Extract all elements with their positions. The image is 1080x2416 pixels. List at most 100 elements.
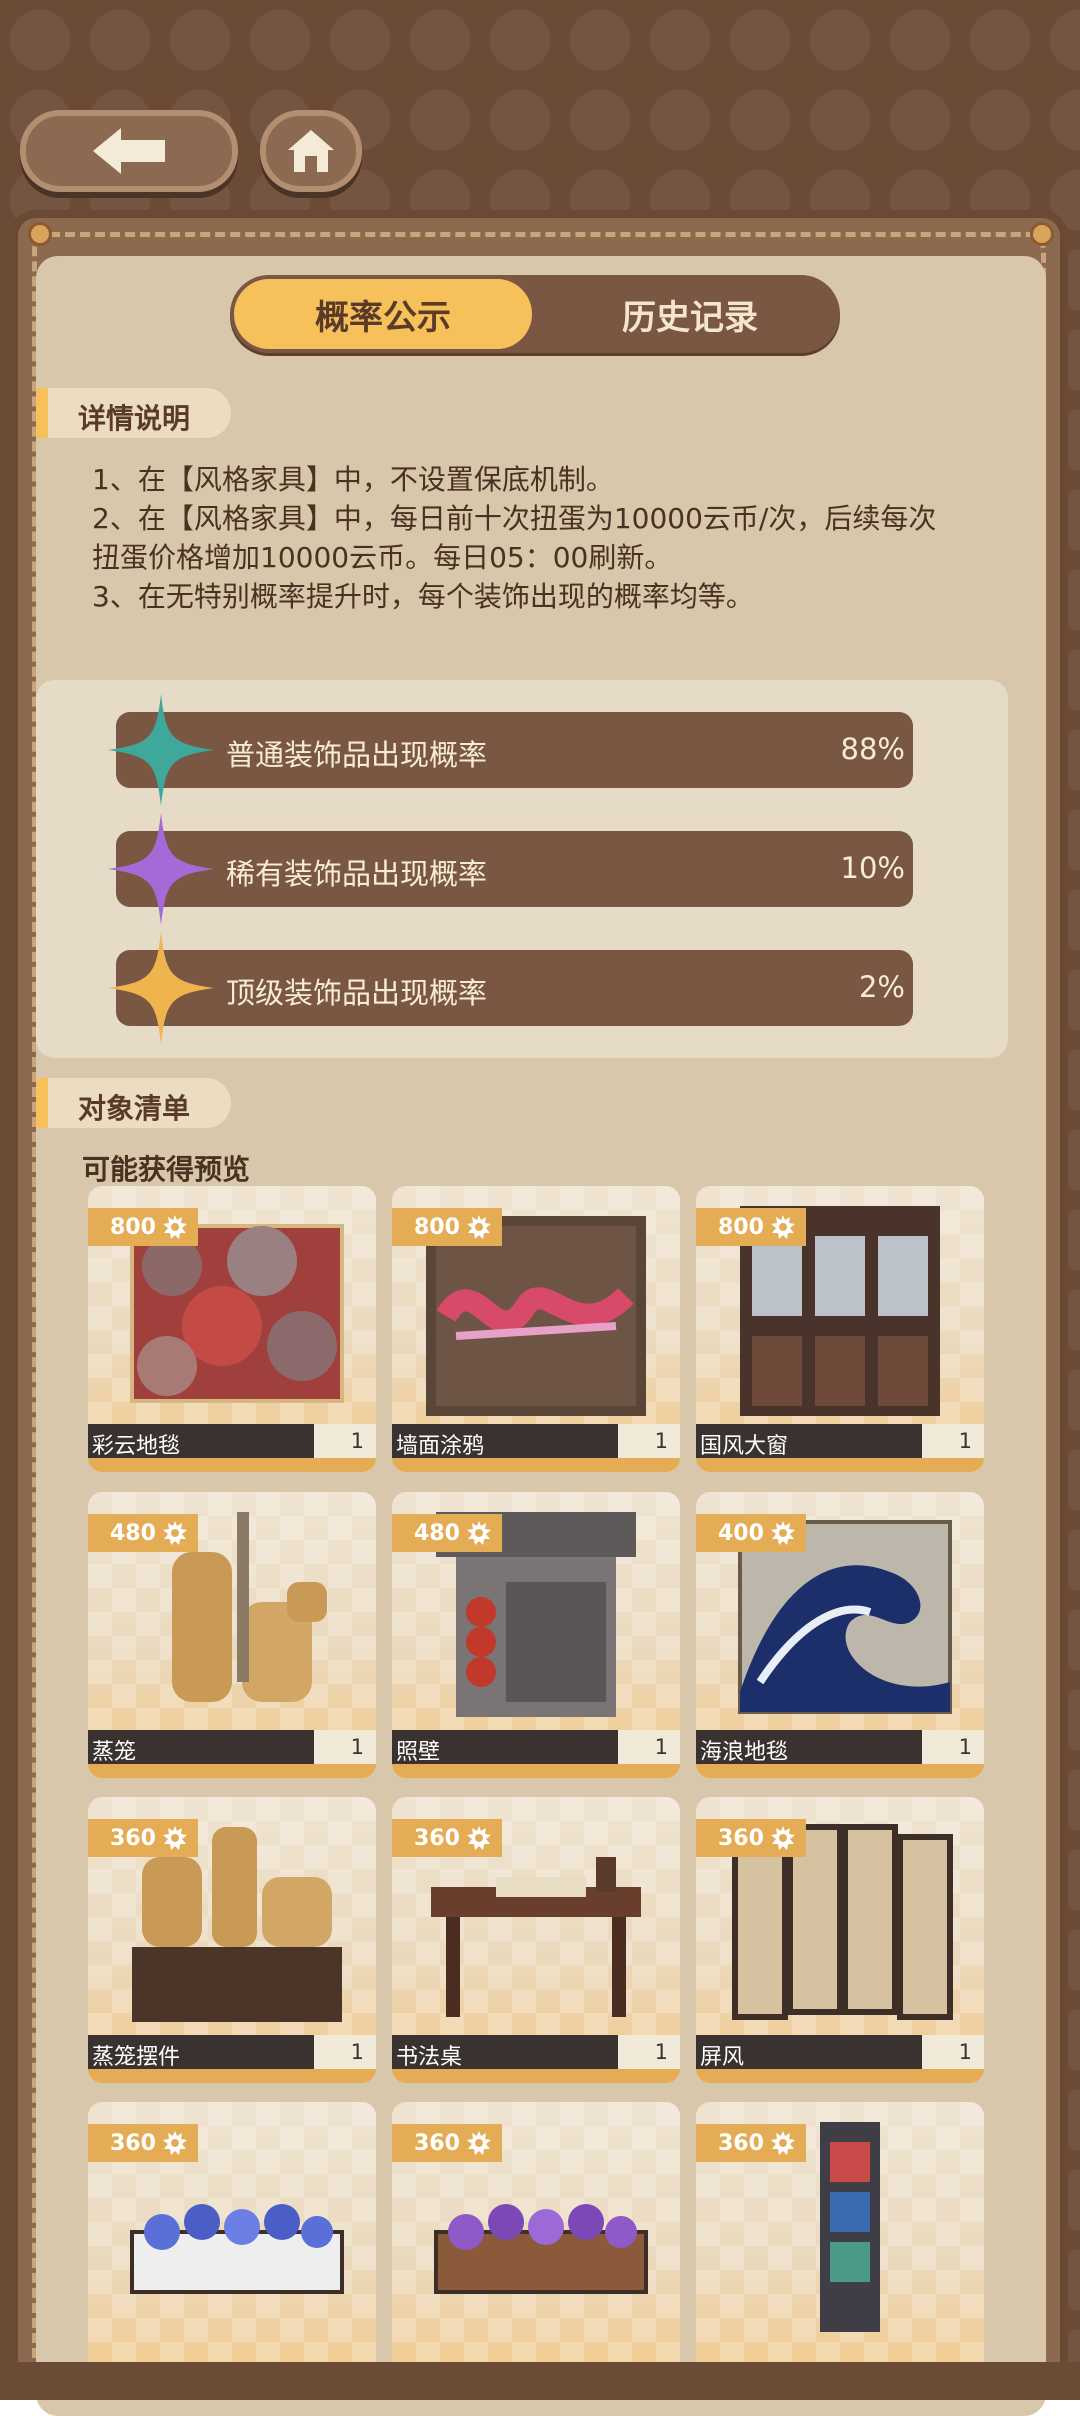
price-tag: 360 bbox=[392, 2124, 502, 2162]
probability-label: 稀有装饰品出现概率 bbox=[226, 857, 488, 891]
item-quantity-box: 1 bbox=[922, 2035, 984, 2069]
item-quantity: 1 bbox=[654, 1735, 668, 1759]
item-card[interactable]: 800 国风大窗 1 bbox=[696, 1186, 984, 1472]
price-tag: 480 bbox=[88, 1514, 198, 1552]
item-quantity: 1 bbox=[958, 1735, 972, 1759]
description-line: 2、在【风格家具】中，每日前十次扭蛋为10000云币/次，后续每次 bbox=[92, 502, 937, 535]
price-tag: 800 bbox=[696, 1208, 806, 1246]
card-bottom-strip bbox=[88, 1764, 376, 1778]
item-quantity: 1 bbox=[350, 1429, 364, 1453]
item-card[interactable]: 800 墙面涂鸦 1 bbox=[392, 1186, 680, 1472]
probability-label: 顶级装饰品出现概率 bbox=[226, 976, 488, 1010]
price-value: 800 bbox=[110, 1215, 156, 1240]
home-icon bbox=[288, 130, 334, 172]
gear-currency-icon bbox=[771, 1215, 795, 1239]
item-label-bar: 国风大窗 1 bbox=[696, 1424, 984, 1459]
price-value: 480 bbox=[414, 1521, 460, 1546]
item-card[interactable]: 800 彩云地毯 1 bbox=[88, 1186, 376, 1472]
probability-value: 88% bbox=[840, 732, 905, 766]
sparkle-gold-icon bbox=[108, 932, 214, 1044]
description-text: 1、在【风格家具】中，不设置保底机制。 2、在【风格家具】中，每日前十次扭蛋为1… bbox=[92, 460, 1022, 616]
price-value: 360 bbox=[414, 2131, 460, 2156]
price-tag: 400 bbox=[696, 1514, 806, 1552]
item-name: 海浪地毯 bbox=[700, 1740, 789, 1765]
description-line: 3、在无特别概率提升时，每个装饰出现的概率均等。 bbox=[92, 580, 754, 613]
gear-currency-icon bbox=[163, 1215, 187, 1239]
item-card[interactable]: 480 照壁 1 bbox=[392, 1492, 680, 1778]
item-label-bar: 照壁 1 bbox=[392, 1730, 680, 1765]
item-quantity: 1 bbox=[654, 1429, 668, 1453]
card-bottom-strip bbox=[392, 2069, 680, 2083]
item-card[interactable]: 360 bbox=[88, 2102, 376, 2388]
objects-title-text: 对象清单 bbox=[78, 1092, 191, 1125]
item-name: 彩云地毯 bbox=[92, 1434, 181, 1459]
item-card[interactable]: 360 蒸笼摆件 1 bbox=[88, 1797, 376, 2083]
item-label-bar: 书法桌 1 bbox=[392, 2035, 680, 2070]
item-card[interactable]: 360 书法桌 1 bbox=[392, 1797, 680, 2083]
gear-currency-icon bbox=[467, 1521, 491, 1545]
gear-currency-icon bbox=[467, 1826, 491, 1850]
card-bottom-strip bbox=[392, 1458, 680, 1472]
item-label-bar: 屏风 1 bbox=[696, 2035, 984, 2070]
tab-history-label: 历史记录 bbox=[622, 297, 758, 338]
item-name: 书法桌 bbox=[396, 2045, 463, 2070]
item-label-bar: 蒸笼摆件 1 bbox=[88, 2035, 376, 2070]
price-tag: 800 bbox=[88, 1208, 198, 1246]
item-card[interactable]: 480 蒸笼 1 bbox=[88, 1492, 376, 1778]
item-quantity: 1 bbox=[350, 2040, 364, 2064]
sparkle-teal-icon bbox=[108, 694, 214, 806]
price-value: 800 bbox=[718, 1215, 764, 1240]
card-bottom-strip bbox=[696, 2069, 984, 2083]
gear-currency-icon bbox=[771, 1521, 795, 1545]
tab-history[interactable]: 历史记录 bbox=[550, 275, 830, 353]
item-quantity: 1 bbox=[654, 2040, 668, 2064]
price-value: 400 bbox=[718, 1521, 764, 1546]
tab-probability[interactable]: 概率公示 bbox=[234, 279, 532, 349]
description-line: 1、在【风格家具】中，不设置保底机制。 bbox=[92, 463, 614, 496]
item-quantity: 1 bbox=[958, 2040, 972, 2064]
item-card[interactable]: 360 bbox=[696, 2102, 984, 2388]
price-tag: 360 bbox=[696, 1819, 806, 1857]
item-quantity-box: 1 bbox=[618, 2035, 680, 2069]
item-name: 屏风 bbox=[700, 2045, 745, 2070]
card-bottom-strip bbox=[696, 1764, 984, 1778]
item-quantity-box: 1 bbox=[922, 1424, 984, 1458]
probability-row-top: 顶级装饰品出现概率 2% bbox=[108, 932, 913, 1044]
card-bottom-strip bbox=[88, 2069, 376, 2083]
tab-probability-label: 概率公示 bbox=[315, 297, 451, 338]
price-tag: 360 bbox=[696, 2124, 806, 2162]
arrow-left-icon bbox=[93, 128, 165, 174]
item-card[interactable]: 360 屏风 1 bbox=[696, 1797, 984, 2083]
frame-bolt bbox=[1030, 222, 1054, 246]
item-name: 蒸笼摆件 bbox=[92, 2045, 181, 2070]
item-name: 蒸笼 bbox=[92, 1740, 137, 1765]
item-card[interactable]: 360 bbox=[392, 2102, 680, 2388]
price-tag: 360 bbox=[88, 1819, 198, 1857]
probability-label: 普通装饰品出现概率 bbox=[226, 738, 488, 772]
section-accent-bar bbox=[36, 388, 48, 438]
item-label-bar: 彩云地毯 1 bbox=[88, 1424, 376, 1459]
section-accent-bar bbox=[36, 1078, 48, 1128]
home-button[interactable] bbox=[260, 110, 362, 192]
price-tag: 360 bbox=[88, 2124, 198, 2162]
gear-currency-icon bbox=[163, 1521, 187, 1545]
card-bottom-strip bbox=[88, 1458, 376, 1472]
price-value: 800 bbox=[414, 1215, 460, 1240]
price-value: 360 bbox=[718, 1826, 764, 1851]
gear-currency-icon bbox=[467, 2131, 491, 2155]
sparkle-purple-icon bbox=[108, 813, 214, 925]
price-value: 360 bbox=[414, 1826, 460, 1851]
back-button[interactable] bbox=[20, 110, 238, 192]
price-value: 480 bbox=[110, 1521, 156, 1546]
frame-bottom-border bbox=[0, 2362, 1080, 2400]
probability-row-rare: 稀有装饰品出现概率 10% bbox=[108, 813, 913, 925]
tab-bar: 概率公示 历史记录 bbox=[230, 275, 840, 353]
frame-bolt bbox=[28, 222, 52, 246]
price-value: 360 bbox=[110, 1826, 156, 1851]
probability-value: 10% bbox=[840, 851, 905, 885]
item-card[interactable]: 400 海浪地毯 1 bbox=[696, 1492, 984, 1778]
gear-currency-icon bbox=[163, 1826, 187, 1850]
gear-currency-icon bbox=[163, 2131, 187, 2155]
item-quantity-box: 1 bbox=[618, 1424, 680, 1458]
item-quantity: 1 bbox=[958, 1429, 972, 1453]
